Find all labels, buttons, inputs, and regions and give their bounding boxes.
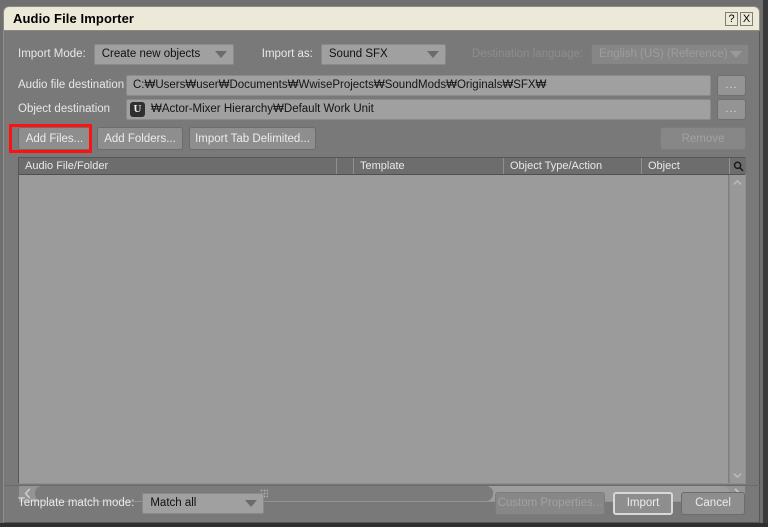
- template-match-mode-select[interactable]: Match all: [142, 492, 265, 514]
- dialog-body: Import Mode: Create new objects Import a…: [3, 31, 761, 523]
- chevron-down-icon: [245, 500, 258, 507]
- list-rows-area[interactable]: [19, 175, 729, 483]
- object-destination-label: Object destination: [18, 103, 111, 115]
- chevron-down-icon: [426, 51, 439, 58]
- audio-file-destination-browse-button[interactable]: ...: [717, 74, 746, 96]
- search-icon[interactable]: [729, 158, 746, 174]
- import-as-select[interactable]: Sound SFX: [320, 43, 446, 65]
- audio-file-destination-input[interactable]: C:₩Users₩user₩Documents₩WwiseProjects₩So…: [126, 74, 711, 96]
- dialog-footer: Template match mode: Match all Custom Pr…: [4, 490, 761, 516]
- add-buttons-row: Add Files... Add Folders... Import Tab D…: [4, 127, 761, 152]
- window-titlebar[interactable]: Audio File Importer ? X: [3, 6, 760, 31]
- help-button[interactable]: ?: [725, 11, 738, 26]
- footer-left-group: Template match mode: Match all: [4, 492, 265, 514]
- import-tab-delimited-button[interactable]: Import Tab Delimited...: [189, 127, 316, 150]
- scroll-up-icon[interactable]: [730, 175, 745, 190]
- audio-file-destination-row: Audio file destination C:₩Users₩user₩Doc…: [4, 74, 761, 96]
- object-destination-input[interactable]: U ₩Actor-Mixer Hierarchy₩Default Work Un…: [126, 98, 711, 120]
- vertical-scrollbar[interactable]: [729, 175, 745, 483]
- import-mode-value: Create new objects: [101, 48, 201, 60]
- template-match-mode-value: Match all: [150, 497, 197, 509]
- import-as-label: Import as:: [261, 48, 313, 60]
- column-header-blank[interactable]: [337, 158, 354, 174]
- audio-file-destination-label: Audio file destination: [18, 79, 125, 91]
- importer-window-root: Audio File Importer ? X Import Mode: Cre…: [0, 0, 768, 527]
- import-as-value: Sound SFX: [328, 48, 388, 60]
- import-mode-select[interactable]: Create new objects: [93, 43, 234, 65]
- remove-button: Remove: [660, 127, 746, 150]
- destination-language-value: English (US) (Reference): [599, 48, 728, 60]
- scroll-down-icon[interactable]: [730, 468, 745, 483]
- add-files-button[interactable]: Add Files...: [18, 127, 91, 150]
- object-destination-browse-button[interactable]: ...: [717, 98, 746, 120]
- window-right-edge: [763, 0, 768, 527]
- destination-language-label: Destination language:: [471, 48, 584, 60]
- window-bottom-edge: [0, 523, 768, 527]
- import-mode-label: Import Mode:: [18, 48, 86, 60]
- object-destination-value: ₩Actor-Mixer Hierarchy₩Default Work Unit: [151, 103, 374, 115]
- column-header-object-type-action[interactable]: Object Type/Action: [504, 158, 642, 174]
- cancel-button[interactable]: Cancel: [681, 491, 745, 515]
- footer-divider: [4, 485, 761, 486]
- destination-language-select: English (US) (Reference): [591, 43, 750, 65]
- close-icon[interactable]: X: [740, 11, 753, 26]
- column-header-template[interactable]: Template: [354, 158, 504, 174]
- import-file-list: Audio File/Folder Template Object Type/A…: [18, 157, 746, 484]
- chevron-down-icon: [214, 51, 227, 58]
- list-column-header: Audio File/Folder Template Object Type/A…: [19, 158, 746, 175]
- custom-properties-button: Custom Properties...: [495, 491, 605, 515]
- work-unit-icon: U: [130, 101, 145, 117]
- column-header-object[interactable]: Object: [642, 158, 729, 174]
- list-body: [19, 175, 745, 483]
- import-button[interactable]: Import: [613, 491, 673, 515]
- chevron-down-icon: [730, 51, 743, 58]
- titlebar-button-group: ? X: [725, 11, 759, 26]
- object-destination-row: Object destination U ₩Actor-Mixer Hierar…: [4, 98, 761, 120]
- template-match-mode-label: Template match mode:: [18, 497, 135, 509]
- footer-button-group: Custom Properties... Import Cancel: [495, 491, 761, 515]
- add-folders-button[interactable]: Add Folders...: [97, 127, 183, 150]
- column-header-audio-file-folder[interactable]: Audio File/Folder: [19, 158, 337, 174]
- window-title: Audio File Importer: [13, 11, 135, 26]
- import-options-row: Import Mode: Create new objects Import a…: [4, 43, 761, 65]
